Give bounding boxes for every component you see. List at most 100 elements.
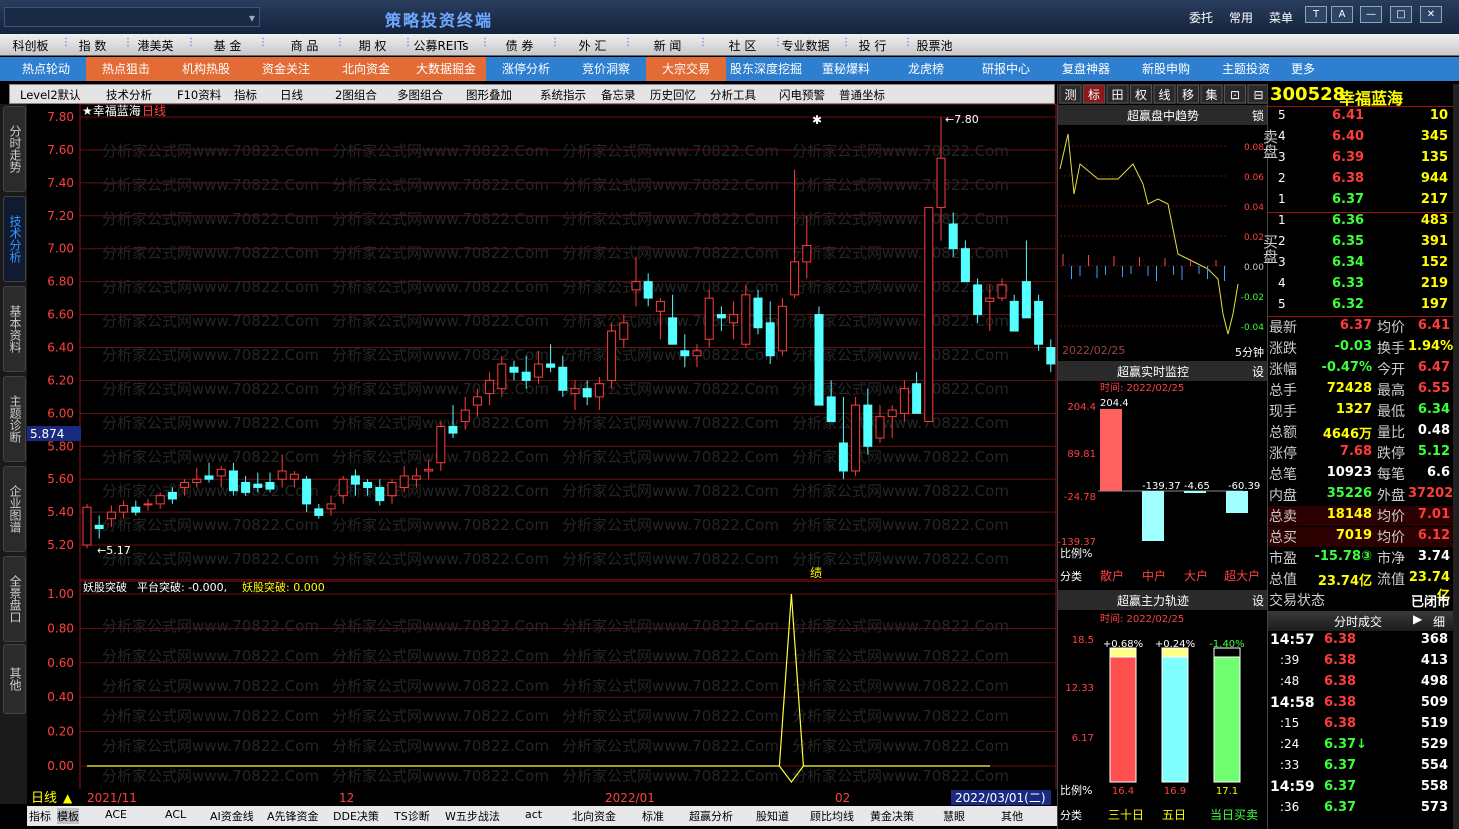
indicator-tab[interactable]: TS诊断: [394, 808, 430, 824]
monitor-settings-button[interactable]: 设: [1252, 365, 1264, 379]
menu-item[interactable]: 社 区: [720, 37, 765, 54]
toolbar-item[interactable]: 技术分析: [106, 87, 152, 103]
hot-item[interactable]: 涨停分析: [486, 57, 566, 81]
menu-item[interactable]: 基 金: [205, 37, 250, 54]
right-tab-label[interactable]: 测: [1064, 88, 1076, 102]
menu-item[interactable]: 科创板: [8, 37, 53, 54]
side-tab[interactable]: 企业图谱: [3, 466, 26, 552]
indicator-tab[interactable]: 其他: [1001, 808, 1023, 824]
right-tab-label[interactable]: 权: [1135, 88, 1147, 102]
toolbar-item[interactable]: 2图组合: [335, 87, 377, 103]
right-tab-label[interactable]: 标: [1088, 88, 1100, 102]
play-icon[interactable]: ▶: [1413, 612, 1422, 626]
toolbar-item[interactable]: 闪电预警: [779, 87, 825, 103]
indicator-tab[interactable]: 标准: [642, 808, 664, 824]
right-tab-label[interactable]: 集: [1205, 87, 1217, 102]
lock-button[interactable]: 锁: [1252, 108, 1264, 123]
menu-link-common[interactable]: 常用: [1229, 9, 1253, 26]
right-tab-label[interactable]: 线: [1158, 88, 1170, 102]
menu-item[interactable]: 公募REITs: [410, 37, 472, 54]
trade-icon[interactable]: T: [1305, 6, 1327, 23]
hot-item[interactable]: 大数据掘金: [406, 57, 486, 81]
chevron-down-icon[interactable]: ▾: [249, 11, 255, 25]
indicator-tab[interactable]: 超赢分析: [689, 808, 733, 824]
toolbar-item[interactable]: 系统指示: [540, 87, 586, 103]
toolbar-item[interactable]: Level2默认: [20, 87, 81, 103]
side-tab[interactable]: 基本资料: [3, 286, 26, 372]
hot-item[interactable]: 新股申购: [1126, 57, 1206, 81]
toolbar-item[interactable]: 备忘录: [601, 87, 636, 103]
indicator-tab[interactable]: 股知道: [756, 808, 789, 824]
menu-link-entrust[interactable]: 委托: [1189, 9, 1213, 26]
toolbar-item[interactable]: 普通坐标: [839, 87, 885, 103]
hot-item[interactable]: 热点轮动: [6, 57, 86, 81]
minimize-button[interactable]: —: [1360, 6, 1382, 23]
indicator-tab[interactable]: 模板: [57, 808, 79, 824]
toolbar-item[interactable]: 指标: [234, 87, 257, 103]
hot-item[interactable]: 大宗交易: [646, 57, 726, 81]
right-tab-label[interactable]: 移: [1182, 88, 1194, 102]
side-tab[interactable]: 技术分析: [3, 196, 26, 282]
font-icon[interactable]: A: [1331, 6, 1353, 23]
menu-item[interactable]: 港美英: [133, 37, 178, 54]
indicator-chart[interactable]: 1.00 0.80 0.60 0.40 0.20 0.00 分析家公式网www.70822.…: [27, 580, 1057, 806]
indicator-tab[interactable]: A先锋资金: [267, 808, 319, 824]
indicator-tab[interactable]: 北向资金: [572, 808, 616, 824]
indicator-tab[interactable]: DDE决策: [333, 808, 379, 824]
indicator-tab[interactable]: 黄金决策: [870, 808, 914, 824]
toolbar-item[interactable]: 日线: [280, 87, 303, 103]
account-combo[interactable]: ▾: [4, 7, 260, 27]
hot-item[interactable]: 股东深度挖掘: [726, 57, 806, 81]
indicator-tab[interactable]: ACE: [105, 808, 127, 821]
menu-item[interactable]: 投 行: [850, 37, 895, 54]
kline-chart[interactable]: 7.80 7.60 7.40 7.20 7.00 6.80 6.60 6.40 6.20 6.00…: [27, 103, 1057, 602]
indicator-tab[interactable]: 慧眼: [943, 808, 965, 824]
menu-item[interactable]: 股票池: [912, 37, 957, 54]
menu-item[interactable]: 专业数据: [778, 37, 833, 54]
menu-item[interactable]: 期 权: [350, 37, 395, 54]
side-tab[interactable]: 分时走势: [3, 106, 26, 192]
hot-item[interactable]: 北向资金: [326, 57, 406, 81]
maximize-button[interactable]: □: [1390, 6, 1412, 23]
hot-item[interactable]: 机构热股: [166, 57, 246, 81]
indicator-tab[interactable]: W五步战法: [445, 808, 500, 824]
indicator-tab[interactable]: act: [525, 808, 542, 821]
indicator-tab[interactable]: AI资金线: [210, 808, 254, 824]
scrollbar[interactable]: [1453, 84, 1459, 829]
indicator-tab[interactable]: 顾比均线: [810, 808, 854, 824]
toolbar-item[interactable]: 分析工具: [710, 87, 756, 103]
right-tab-label[interactable]: ⊡: [1230, 88, 1240, 102]
menu-item[interactable]: 商 品: [282, 37, 327, 54]
ticks-detail-button[interactable]: 细: [1433, 613, 1445, 630]
right-tab-label[interactable]: ⊟: [1253, 88, 1263, 102]
toolbar-item[interactable]: 图形叠加: [466, 87, 512, 103]
menu-link-menu[interactable]: 菜单: [1269, 9, 1293, 26]
toolbar-item[interactable]: F10资料: [177, 87, 221, 103]
track-settings-button[interactable]: 设: [1252, 594, 1264, 608]
close-button[interactable]: ✕: [1420, 6, 1442, 23]
hot-item[interactable]: 更多: [1286, 57, 1320, 81]
menu-item[interactable]: 债 券: [497, 37, 542, 54]
right-tab-label[interactable]: 田: [1111, 88, 1123, 102]
menu-item[interactable]: 外 汇: [570, 37, 615, 54]
hot-item[interactable]: 董秘爆料: [806, 57, 886, 81]
hot-item[interactable]: 热点狙击: [86, 57, 166, 81]
hot-item[interactable]: 竞价洞察: [566, 57, 646, 81]
side-tab[interactable]: 全景盘口: [3, 556, 26, 642]
indicator-tab[interactable]: ACL: [165, 808, 186, 821]
hot-item[interactable]: 主题投资: [1206, 57, 1286, 81]
watermark: 分析家公式网www.70822.Com: [562, 278, 779, 296]
intraday-period[interactable]: 5分钟: [1235, 345, 1264, 359]
toolbar-item[interactable]: 多图组合: [397, 87, 443, 103]
menu-item[interactable]: 指 数: [70, 37, 115, 54]
indicator-tab[interactable]: 指标: [29, 808, 51, 824]
menu-item[interactable]: 新 闻: [645, 37, 690, 54]
hot-item[interactable]: 复盘神器: [1046, 57, 1126, 81]
toolbar-item[interactable]: 历史回忆: [650, 87, 696, 103]
period-label[interactable]: 日线: [31, 791, 57, 806]
side-tab[interactable]: 其他: [3, 644, 26, 714]
hot-item[interactable]: 研报中心: [966, 57, 1046, 81]
hot-item[interactable]: 资金关注: [246, 57, 326, 81]
hot-item[interactable]: 龙虎榜: [886, 57, 966, 81]
side-tab[interactable]: 主题诊断: [3, 376, 26, 462]
